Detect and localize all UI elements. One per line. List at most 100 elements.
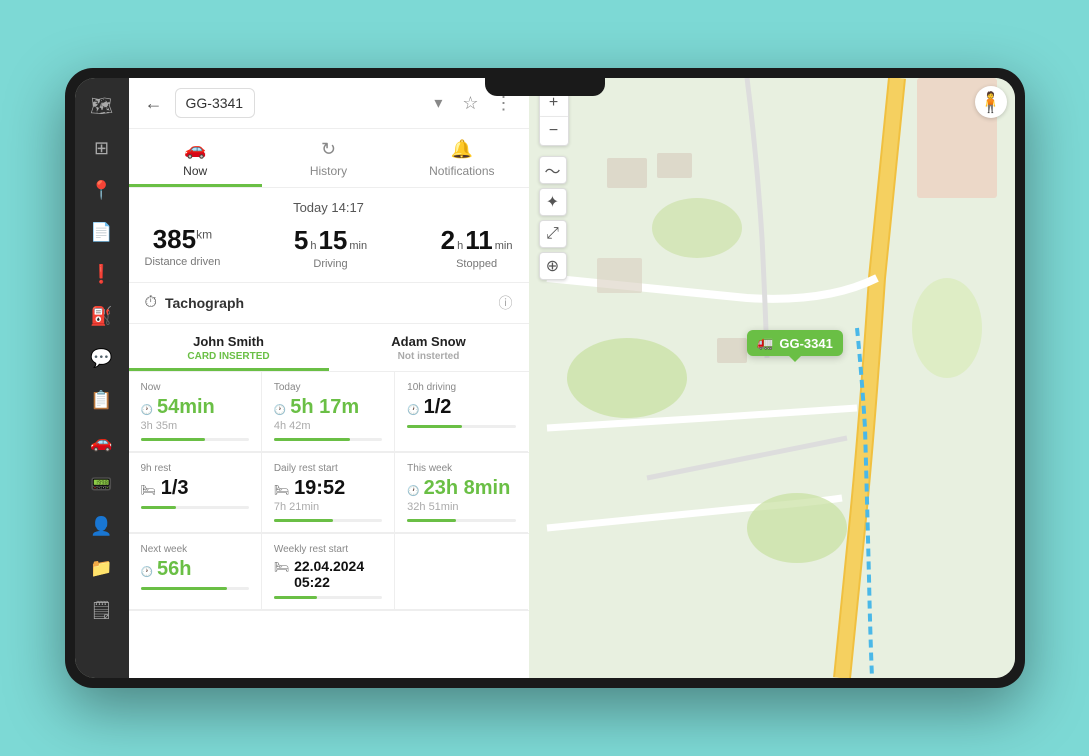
driver-item-john[interactable]: John Smith CARD INSERTED (129, 324, 329, 371)
tab-now[interactable]: 🚗 Now (129, 129, 262, 187)
cell-now-main: 🕐 54min (141, 396, 249, 419)
sidebar-icon-vehicle[interactable]: 🚗 (82, 422, 122, 462)
favorite-icon[interactable]: ☆ (458, 89, 482, 118)
truck-label: 🚛 GG-3341 (747, 330, 843, 356)
person-map-icon[interactable]: 🧍 (975, 86, 1007, 118)
tab-notifications-icon: 🔔 (451, 139, 473, 160)
cell-next-week-main: 🕐 56h (141, 558, 249, 581)
map-controls: + − 〜 ✦ ⤢ ⊕ (539, 88, 569, 280)
cell-9hrest-value: 1/3 (161, 477, 189, 500)
sidebar-icon-messages[interactable]: 💬 (82, 338, 122, 378)
grid-cell-9hrest: 9h rest 🛏 1/3 (129, 453, 262, 533)
driver-name-john: John Smith (137, 334, 321, 349)
grid-cell-next-week: Next week 🕐 56h (129, 534, 262, 610)
cell-today-sub: 4h 42m (274, 420, 382, 432)
driver-status-adam: Not insterted (337, 351, 521, 362)
sidebar-icon-fuel[interactable]: ⛽ (82, 296, 122, 336)
vehicle-select[interactable]: GG-3341 (175, 88, 255, 118)
grid-cell-10h: 10h driving 🕐 1/2 (395, 372, 528, 452)
map-area: + − 〜 ✦ ⤢ ⊕ 🧍 🚛 GG-3341 (529, 78, 1015, 678)
cell-today-value: 5h 17m (290, 396, 359, 419)
bed-icon-9h: 🛏 (141, 483, 156, 497)
sidebar: 🗺 ⊞ 📍 📄 ❗ ⛽ 💬 📋 🚗 📟 👤 📁 🗒 (75, 78, 129, 678)
stat-stopped: 2 h 11 min Stopped (441, 225, 513, 270)
grid-cell-empty (395, 534, 528, 610)
zoom-out-button[interactable]: − (540, 117, 568, 145)
back-button[interactable]: ← (141, 89, 167, 118)
cell-now-value: 54min (157, 396, 215, 419)
cell-daily-rest-label: Daily rest start (274, 463, 382, 474)
notch (485, 78, 605, 96)
progress-10h (407, 425, 516, 428)
vehicle-select-wrapper: GG-3341 (175, 88, 451, 118)
tablet: 🗺 ⊞ 📍 📄 ❗ ⛽ 💬 📋 🚗 📟 👤 📁 🗒 ← GG-3341 (65, 68, 1025, 688)
progress-9hrest (141, 506, 249, 509)
tablet-inner: 🗺 ⊞ 📍 📄 ❗ ⛽ 💬 📋 🚗 📟 👤 📁 🗒 ← GG-3341 (75, 78, 1015, 678)
stat-driving-time: 5 h 15 min (294, 225, 367, 256)
clock-icon-today: 🕐 (274, 405, 286, 416)
sidebar-icon-location[interactable]: 📍 (82, 170, 122, 210)
tab-history[interactable]: ↻ History (262, 129, 395, 187)
cell-next-week-label: Next week (141, 544, 249, 555)
sidebar-icon-dashboard[interactable]: ⊞ (82, 128, 122, 168)
zoom-controls: + − (539, 88, 569, 146)
cell-this-week-label: This week (407, 463, 516, 474)
stat-stopped-label: Stopped (441, 258, 513, 270)
grid-cell-now: Now 🕐 54min 3h 35m (129, 372, 262, 452)
progress-daily-rest (274, 519, 382, 522)
sidebar-icon-device[interactable]: 📟 (82, 464, 122, 504)
sidebar-icon-notes[interactable]: 🗒 (82, 590, 122, 630)
stat-distance-label: Distance driven (145, 256, 221, 268)
tachograph-info-icon[interactable]: ⓘ (499, 293, 513, 313)
clock-icon-10h: 🕐 (407, 405, 419, 416)
cell-daily-rest-main: 🛏 19:52 (274, 477, 382, 500)
bed-icon-weekly: 🛏 (274, 560, 289, 574)
tab-notifications[interactable]: 🔔 Notifications (395, 129, 528, 187)
driver-item-adam[interactable]: Adam Snow Not insterted (329, 324, 529, 371)
cell-this-week-sub: 32h 51min (407, 501, 516, 513)
grid-cell-daily-rest: Daily rest start 🛏 19:52 7h 21min (262, 453, 395, 533)
cell-this-week-value: 23h 8min (424, 477, 511, 500)
cell-today-label: Today (274, 382, 382, 393)
progress-weekly-rest (274, 596, 382, 599)
truck-icon: 🚛 (757, 335, 773, 351)
fullscreen-icon-button[interactable]: ⤢ (539, 220, 567, 248)
tab-notifications-label: Notifications (429, 164, 494, 178)
tab-history-icon: ↻ (321, 139, 336, 160)
progress-next-week (141, 587, 249, 590)
cell-daily-rest-sub: 7h 21min (274, 501, 382, 513)
sidebar-icon-map[interactable]: 🗺 (82, 86, 122, 126)
tabs: 🚗 Now ↻ History 🔔 Notifications (129, 129, 529, 188)
stat-distance-value: 385km (145, 225, 221, 254)
drivers-row: John Smith CARD INSERTED Adam Snow Not i… (129, 324, 529, 372)
sidebar-icon-user[interactable]: 👤 (82, 506, 122, 546)
cell-9hrest-main: 🛏 1/3 (141, 477, 249, 500)
main-panel: ← GG-3341 ☆ ⋮ 🚗 Now ↻ History (129, 78, 529, 678)
stat-driving-label: Driving (294, 258, 367, 270)
progress-this-week (407, 519, 516, 522)
clock-icon-now: 🕐 (141, 405, 153, 416)
cell-weekly-rest-main: 🛏 22.04.202405:22 (274, 558, 382, 590)
sidebar-icon-reports[interactable]: 📄 (82, 212, 122, 252)
sidebar-icon-alerts[interactable]: ❗ (82, 254, 122, 294)
cell-weekly-rest-label: Weekly rest start (274, 544, 382, 555)
truck-id-label: GG-3341 (779, 336, 832, 351)
grid-row-1: Now 🕐 54min 3h 35m Today 🕐 5h 17m 4h 42m (129, 372, 529, 453)
cluster-icon-button[interactable]: ✦ (539, 188, 567, 216)
sidebar-icon-document[interactable]: 📁 (82, 548, 122, 588)
cell-10h-label: 10h driving (407, 382, 516, 393)
route-icon-button[interactable]: 〜 (539, 156, 567, 184)
tab-history-label: History (310, 164, 347, 178)
tachograph-icon: ⏱ (145, 294, 157, 312)
map-svg (529, 78, 1015, 678)
sidebar-icon-clipboard[interactable]: 📋 (82, 380, 122, 420)
cell-now-label: Now (141, 382, 249, 393)
location-icon-button[interactable]: ⊕ (539, 252, 567, 280)
cell-next-week-value: 56h (157, 558, 191, 581)
stat-stopped-time: 2 h 11 min (441, 225, 513, 256)
grid-row-3: Next week 🕐 56h Weekly rest start 🛏 22.0… (129, 534, 529, 611)
cell-10h-value: 1/2 (424, 396, 452, 419)
grid-cell-this-week: This week 🕐 23h 8min 32h 51min (395, 453, 528, 533)
grid-cell-today: Today 🕐 5h 17m 4h 42m (262, 372, 395, 452)
stat-driving: 5 h 15 min Driving (294, 225, 367, 270)
